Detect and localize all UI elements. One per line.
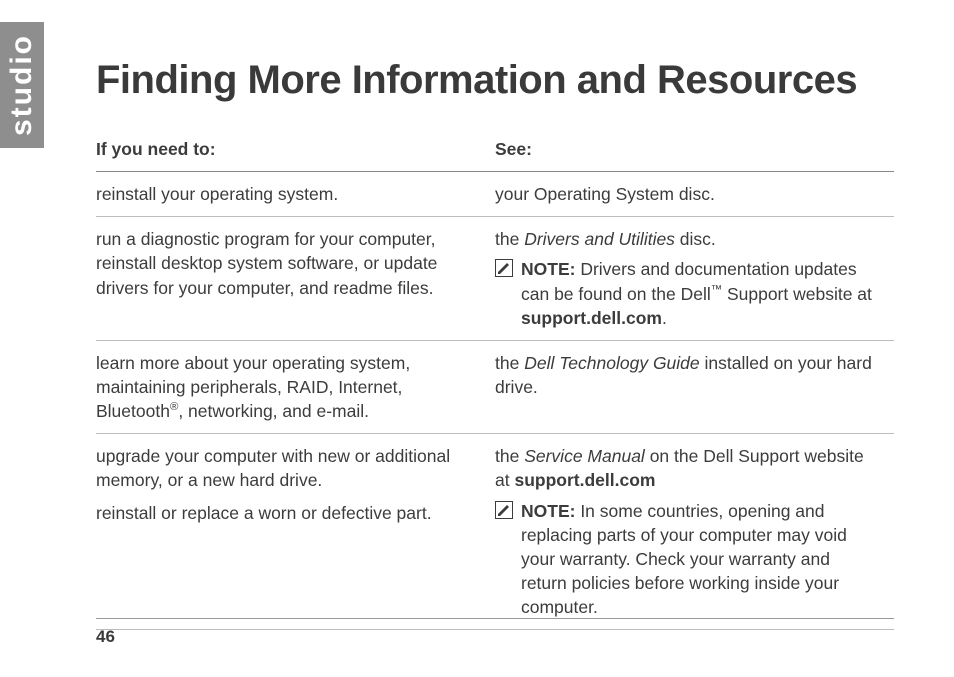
note-text: NOTE: In some countries, opening and rep…: [521, 499, 876, 620]
need-cell: run a diagnostic program for your comput…: [96, 217, 495, 341]
see-cell: the Drivers and Utilities disc. NOTE: Dr…: [495, 217, 894, 341]
see-cell: your Operating System disc.: [495, 172, 894, 217]
see-text: the Service Manual on the Dell Support w…: [495, 446, 864, 490]
note-icon: [495, 259, 513, 277]
sidebar-label: studio: [5, 34, 39, 136]
footer-rule: [96, 618, 894, 619]
note-block: NOTE: In some countries, opening and rep…: [495, 499, 876, 620]
content-area: Finding More Information and Resources I…: [96, 58, 894, 630]
table-row: run a diagnostic program for your comput…: [96, 217, 894, 341]
page: studio Finding More Information and Reso…: [0, 0, 954, 677]
sidebar-tab: studio: [0, 22, 44, 148]
need-cell: upgrade your computer with new or additi…: [96, 434, 495, 630]
note-text: NOTE: Drivers and documentation updates …: [521, 257, 876, 329]
need-cell: reinstall your operating system.: [96, 172, 495, 217]
page-title: Finding More Information and Resources: [96, 58, 894, 103]
resources-table: If you need to: See: reinstall your oper…: [96, 131, 894, 630]
table-row: reinstall your operating system. your Op…: [96, 172, 894, 217]
col-header-see: See:: [495, 131, 894, 172]
see-cell: the Dell Technology Guide installed on y…: [495, 340, 894, 433]
table-row: upgrade your computer with new or additi…: [96, 434, 894, 630]
need-cell: learn more about your operating system, …: [96, 340, 495, 433]
table-row: learn more about your operating system, …: [96, 340, 894, 433]
see-text: the Drivers and Utilities disc.: [495, 229, 716, 249]
note-icon: [495, 501, 513, 519]
note-block: NOTE: Drivers and documentation updates …: [495, 257, 876, 329]
see-cell: the Service Manual on the Dell Support w…: [495, 434, 894, 630]
col-header-need: If you need to:: [96, 131, 495, 172]
page-number: 46: [96, 627, 115, 647]
